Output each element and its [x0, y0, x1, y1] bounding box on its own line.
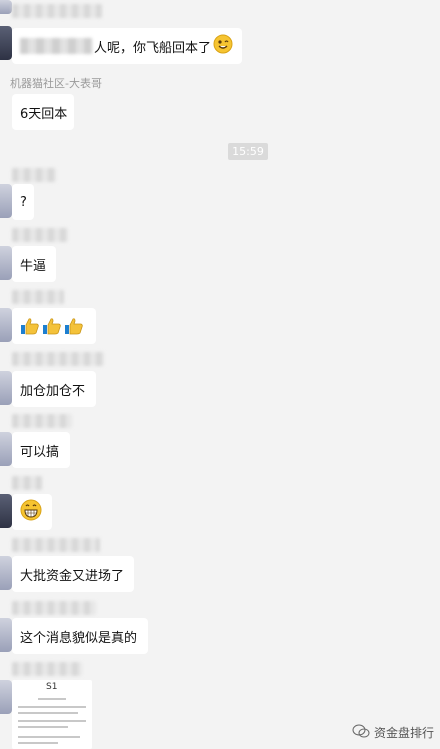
avatar[interactable] — [0, 0, 12, 14]
message-bubble[interactable]: 人呢，你飞船回本了 — [12, 28, 242, 64]
message-text: 可以搞 — [20, 444, 60, 460]
message-text: 大批资金又进场了 — [20, 568, 125, 584]
document-text-line — [38, 698, 66, 700]
sender-name-blurred — [12, 601, 96, 615]
document-title: S1 — [46, 682, 58, 692]
big-grin-face-icon — [20, 499, 42, 525]
redacted-text — [20, 38, 92, 54]
thumbs-up-icon — [20, 317, 84, 335]
message-bubble[interactable]: ? — [12, 184, 34, 220]
message-text: 牛逼 — [20, 258, 47, 274]
message-bubble[interactable]: 可以搞 — [12, 432, 70, 468]
avatar[interactable] — [0, 432, 12, 466]
sender-name-blurred — [12, 476, 42, 490]
document-text-line — [18, 720, 86, 722]
message-bubble[interactable]: 加仓加仓不 — [12, 371, 96, 407]
message-bubble[interactable] — [12, 308, 96, 344]
sender-name-blurred — [12, 414, 72, 428]
sender-name-blurred — [12, 228, 68, 242]
sender-name-blurred — [12, 290, 64, 304]
document-text-line — [18, 736, 80, 738]
avatar[interactable] — [0, 308, 12, 342]
message-bubble[interactable] — [12, 494, 52, 530]
avatar[interactable] — [0, 246, 12, 280]
avatar[interactable] — [0, 618, 12, 652]
message-bubble[interactable]: 牛逼 — [12, 246, 56, 282]
message-text: 这个消息貌似是真的 — [20, 630, 138, 646]
sender-name-blurred — [12, 352, 104, 366]
document-text-line — [18, 712, 78, 714]
sender-name: 机器猫社区-大表哥 — [10, 77, 102, 90]
document-preview-card[interactable]: S1 — [12, 680, 92, 749]
avatar[interactable] — [0, 184, 12, 218]
avatar[interactable] — [0, 556, 12, 590]
message-text: 加仓加仓不 — [20, 383, 86, 399]
wechat-icon — [352, 724, 370, 741]
sender-name-blurred — [12, 4, 102, 18]
sender-name-blurred — [12, 662, 82, 676]
timestamp-chip: 15:59 — [228, 143, 268, 160]
sender-name-blurred — [12, 168, 56, 182]
message-bubble[interactable]: 大批资金又进场了 — [12, 556, 134, 592]
avatar[interactable] — [0, 371, 12, 405]
watermark-text: 资金盘排行 — [373, 726, 434, 740]
avatar[interactable] — [0, 26, 12, 60]
avatar[interactable] — [0, 494, 12, 528]
message-text: 6天回本 — [20, 106, 68, 122]
message-bubble[interactable]: 这个消息貌似是真的 — [12, 618, 148, 654]
grin-face-icon — [213, 34, 233, 58]
watermark: 资金盘排行 — [352, 724, 434, 741]
message-text: ? — [20, 194, 27, 210]
message-text: 人呢，你飞船回本了 — [94, 40, 212, 56]
avatar[interactable] — [0, 680, 12, 714]
document-text-line — [18, 706, 86, 708]
document-text-line — [18, 726, 68, 728]
sender-name-blurred — [12, 538, 100, 552]
document-text-line — [18, 742, 58, 744]
message-bubble[interactable]: 6天回本 — [12, 94, 74, 130]
